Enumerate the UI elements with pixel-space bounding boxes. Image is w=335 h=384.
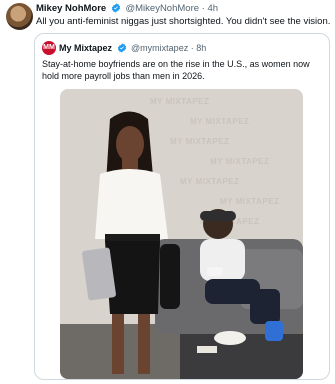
timestamp[interactable]: 4h — [207, 3, 218, 14]
quoted-timestamp[interactable]: 8h — [196, 43, 206, 53]
quoted-tweet-header: My Mixtapez @mymixtapez · 8h — [59, 42, 206, 54]
author-name[interactable]: Mikey NohMore — [36, 3, 106, 14]
quoted-author-avatar[interactable]: MM — [42, 41, 56, 55]
tweet[interactable]: Mikey NohMore @MikeyNohMore · 4h All you… — [0, 0, 335, 384]
photo-scene — [60, 111, 303, 379]
tweet-header: Mikey NohMore @MikeyNohMore · 4h — [36, 3, 218, 15]
quoted-tweet-text: Stay-at-home boyfriends are on the rise … — [42, 59, 310, 81]
quoted-media-image[interactable]: MY MIXTAPEZ MY MIXTAPEZ MY MIXTAPEZ MY M… — [60, 89, 303, 379]
author-avatar[interactable] — [6, 3, 33, 30]
dot-separator: · — [201, 3, 205, 14]
author-handle[interactable]: @MikeyNohMore — [126, 3, 200, 14]
verified-badge-icon — [117, 43, 126, 53]
tweet-text: All you anti-feminist niggas just shorts… — [36, 16, 331, 27]
verified-badge-icon — [111, 3, 120, 13]
quoted-tweet[interactable]: MM My Mixtapez @mymixtapez · 8h Stay-at-… — [34, 33, 330, 380]
quoted-author-name[interactable]: My Mixtapez — [59, 43, 112, 53]
dot-separator: · — [190, 43, 194, 53]
quoted-author-handle[interactable]: @mymixtapez — [131, 43, 188, 53]
